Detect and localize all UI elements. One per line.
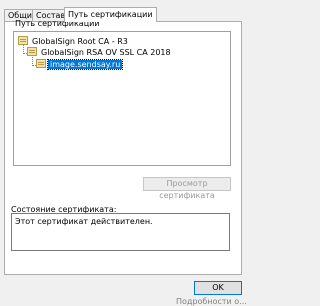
- tab-certification-path[interactable]: Путь сертификации: [64, 7, 157, 22]
- bottom-cut-text: Подробности о...: [176, 297, 247, 306]
- status-text: Этот сертификат действителен.: [15, 217, 153, 226]
- certificate-icon: [36, 59, 46, 68]
- tree-node-intermediate-ca[interactable]: GlobalSign RSA OV SSL CA 2018: [27, 47, 173, 59]
- status-box: Этот сертификат действителен.: [11, 213, 230, 251]
- view-certificate-button[interactable]: Просмотр сертификата: [143, 177, 231, 200]
- ok-button[interactable]: OK: [194, 281, 242, 295]
- tree-node-leaf-certificate[interactable]: image.sendsay.ru: [36, 59, 124, 71]
- certificate-icon: [18, 36, 28, 45]
- certification-path-tree[interactable]: GlobalSign Root CA - R3 GlobalSign RSA O…: [13, 31, 231, 166]
- certificate-icon: [27, 47, 37, 56]
